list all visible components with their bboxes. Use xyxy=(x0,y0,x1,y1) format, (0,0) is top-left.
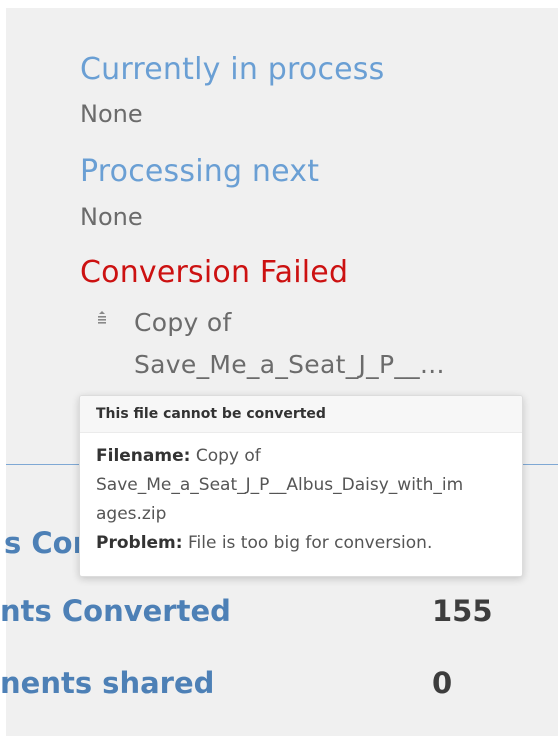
tooltip-problem-row: Problem: File is too big for conversion. xyxy=(96,529,512,558)
section-divider-right xyxy=(521,464,558,465)
tooltip-title: This file cannot be converted xyxy=(80,396,522,433)
stat-label-documents-converted: nts Converted xyxy=(0,594,231,628)
failed-file-name-line2: Save_Me_a_Seat_J_P__... xyxy=(134,350,445,379)
currently-in-process-value: None xyxy=(80,100,143,128)
stat-label-documents-shared: nents shared xyxy=(0,666,215,700)
tooltip-filename-value-line2: Save_Me_a_Seat_J_P__Albus_Daisy_with_im xyxy=(96,475,464,495)
conversion-error-tooltip: This file cannot be converted Filename: … xyxy=(79,395,523,577)
stat-value-documents-shared: 0 xyxy=(432,666,453,700)
tooltip-body: Filename: Copy of Save_Me_a_Seat_J_P__Al… xyxy=(96,442,512,558)
section-divider-left xyxy=(6,464,81,465)
tooltip-filename-row: Filename: Copy of xyxy=(96,442,512,471)
processing-next-heading: Processing next xyxy=(80,154,320,189)
tooltip-filename-value-line1: Copy of xyxy=(195,446,261,466)
tooltip-filename-value-line3: ages.zip xyxy=(96,504,167,524)
tooltip-problem-text: File is too big for conversion. xyxy=(187,533,433,553)
list-handle-icon xyxy=(96,310,108,326)
tooltip-problem-label: Problem: xyxy=(96,533,183,553)
stat-value-documents-converted: 155 xyxy=(432,594,493,628)
currently-in-process-heading: Currently in process xyxy=(80,52,385,87)
failed-file-name-line1: Copy of xyxy=(134,308,232,337)
tooltip-filename-label: Filename: xyxy=(96,446,191,466)
conversion-failed-heading: Conversion Failed xyxy=(80,255,349,290)
processing-next-value: None xyxy=(80,203,143,231)
